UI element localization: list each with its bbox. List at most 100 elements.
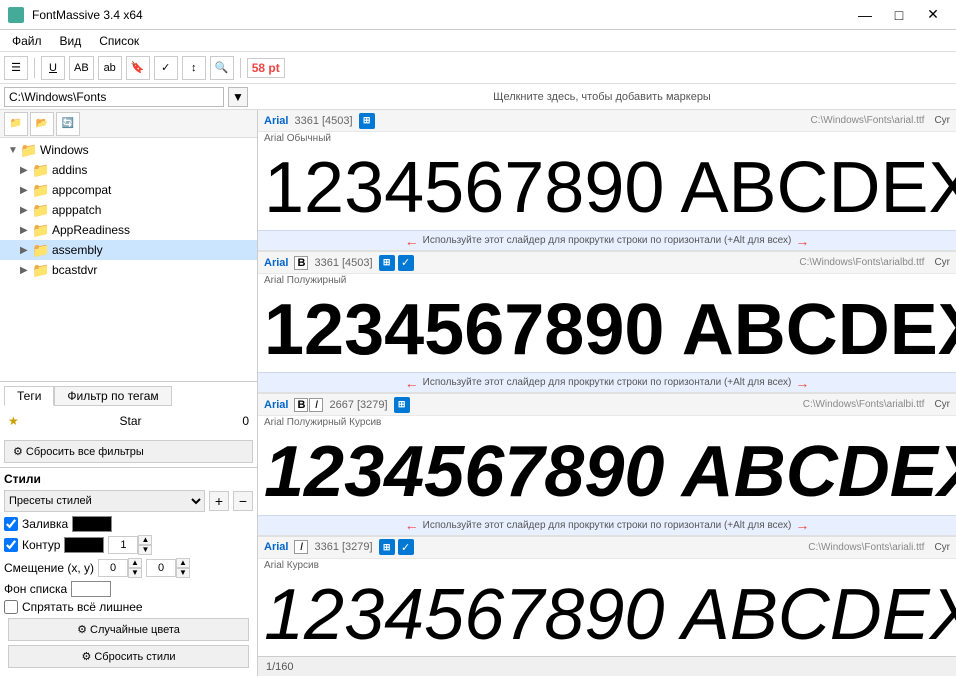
slider-right-arrow[interactable]: →	[795, 233, 809, 249]
tree-toolbar: 📁 📂 🔄	[0, 110, 257, 138]
font-header-arial-bold: Arial B 3361 [4503] ⊞ ✓ C:\Windows\Fonts…	[258, 252, 956, 274]
font-name-link[interactable]: Arial	[264, 115, 288, 127]
cyr-badge: Cyr	[934, 399, 950, 410]
menu-list[interactable]: Список	[91, 32, 147, 50]
offset-y-up[interactable]: ▲	[176, 558, 190, 568]
slider-left-arrow[interactable]: ←	[405, 375, 419, 391]
tree-item-addins[interactable]: ▶ 📁 addins	[0, 160, 257, 180]
offset-x-up[interactable]: ▲	[128, 558, 142, 568]
slider-text: Используйте этот слайдер для прокрутки с…	[423, 235, 792, 246]
font-style-name: Arial Полужирный	[258, 274, 956, 287]
toolbar-arrow-btn[interactable]: ↕	[182, 56, 206, 80]
fill-checkbox[interactable]	[4, 517, 18, 531]
font-path: C:\Windows\Fonts\arial.ttf	[811, 115, 925, 126]
font-name-link[interactable]: Arial	[264, 257, 288, 269]
offset-y-down[interactable]: ▼	[176, 568, 190, 578]
toolbar-menu-btn[interactable]: ☰	[4, 56, 28, 80]
tree-item-assembly[interactable]: ▶ 📁 assembly	[0, 240, 257, 260]
tree-label: appcompat	[52, 183, 111, 197]
stroke-up-btn[interactable]: ▲	[138, 535, 152, 545]
tags-section: Теги Фильтр по тегам ★ Star 0	[0, 381, 257, 436]
tag-star-item[interactable]: ★ Star 0	[4, 412, 253, 430]
fill-label: Заливка	[22, 517, 68, 531]
hide-extra-label: Спрятать всё лишнее	[22, 600, 143, 614]
font-header-arial-italic: Arial I 3361 [3279] ⊞ ✓ C:\Windows\Fonts…	[258, 537, 956, 559]
tag-star-count: 0	[242, 414, 249, 428]
tree-label: AppReadiness	[52, 223, 130, 237]
tree-item-appcompat[interactable]: ▶ 📁 appcompat	[0, 180, 257, 200]
hide-extra-checkbox[interactable]	[4, 600, 18, 614]
menu-file[interactable]: Файл	[4, 32, 50, 50]
slider-left-arrow[interactable]: ←	[405, 233, 419, 249]
path-input[interactable]	[4, 87, 224, 107]
font-count: 3361 [4503]	[314, 257, 372, 269]
font-path: C:\Windows\Fonts\ariali.ttf	[808, 542, 924, 553]
offset-y-spin: ▲ ▼	[176, 558, 190, 578]
toolbar: ☰ U AB ab 🔖 ✓ ↕ 🔍 58 pt	[0, 52, 956, 84]
stroke-checkbox[interactable]	[4, 538, 18, 552]
styles-preset-select[interactable]: Пресеты стилей	[4, 490, 205, 512]
font-count: 3361 [3279]	[314, 541, 372, 553]
windows-badge: ⊞	[379, 255, 395, 271]
slider-right-arrow[interactable]: →	[795, 375, 809, 391]
toolbar-ab-small-btn[interactable]: ab	[98, 56, 122, 80]
styles-section: Стили Пресеты стилей + − Заливка Контур	[0, 467, 257, 676]
slider-row-3: ← Используйте этот слайдер для прокрутки…	[258, 515, 956, 535]
path-dropdown[interactable]: ▼	[228, 87, 248, 107]
menu-view[interactable]: Вид	[52, 32, 90, 50]
offset-x-down[interactable]: ▼	[128, 568, 142, 578]
fill-color-swatch[interactable]	[72, 516, 112, 532]
styles-add-btn[interactable]: +	[209, 491, 229, 511]
windows-badge: ⊞	[379, 539, 395, 555]
tag-star-label: Star	[120, 414, 142, 428]
font-name-link[interactable]: Arial	[264, 399, 288, 411]
slider-left-arrow[interactable]: ←	[405, 517, 419, 533]
styles-title: Стили	[4, 472, 253, 486]
font-count: 3361 [4503]	[294, 115, 352, 127]
toolbar-zoom-btn[interactable]: 🔍	[210, 56, 234, 80]
font-style-name: Arial Обычный	[258, 132, 956, 145]
tree-item-windows[interactable]: ▼ 📁 Windows	[0, 140, 257, 160]
tab-filter-by-tags[interactable]: Фильтр по тегам	[54, 386, 171, 406]
toolbar-check-btn[interactable]: ✓	[154, 56, 178, 80]
random-colors-button[interactable]: ⚙ Случайные цвета	[8, 618, 249, 641]
tree-btn-3[interactable]: 🔄	[56, 112, 80, 136]
tree-btn-1[interactable]: 📁	[4, 112, 28, 136]
stroke-down-btn[interactable]: ▼	[138, 545, 152, 555]
arrow-icon: ▶	[20, 245, 32, 256]
tab-tags[interactable]: Теги	[4, 386, 54, 406]
bg-color-swatch[interactable]	[71, 581, 111, 597]
app-title: FontMassive 3.4 x64	[32, 8, 143, 22]
toolbar-bookmark-btn[interactable]: 🔖	[126, 56, 150, 80]
folder-icon: 📁	[20, 142, 36, 159]
styles-remove-btn[interactable]: −	[233, 491, 253, 511]
minimize-button[interactable]: —	[850, 5, 880, 25]
offset-x-input[interactable]	[98, 559, 128, 577]
cyr-badge: Cyr	[934, 257, 950, 268]
main-area: 📁 📂 🔄 ▼ 📁 Windows ▶ 📁 addins ▶ 📁 appcomp…	[0, 110, 956, 676]
italic-tag: I	[309, 398, 323, 412]
tree-item-appreadiness[interactable]: ▶ 📁 AppReadiness	[0, 220, 257, 240]
bottom-bar: 1/160	[258, 656, 956, 676]
fill-prop: Заливка	[4, 516, 253, 532]
stroke-size-input[interactable]	[108, 536, 138, 554]
offset-y-input[interactable]	[146, 559, 176, 577]
reset-filters-button[interactable]: ⚙ Сбросить все фильтры	[4, 440, 253, 463]
tree-item-bcastdvr[interactable]: ▶ 📁 bcastdvr	[0, 260, 257, 280]
reset-styles-button[interactable]: ⚙ Сбросить стили	[8, 645, 249, 668]
tree-item-apppatch[interactable]: ▶ 📁 apppatch	[0, 200, 257, 220]
close-button[interactable]: ✕	[918, 5, 948, 25]
stroke-color-swatch[interactable]	[64, 537, 104, 553]
font-badges: ⊞ ✓	[379, 255, 414, 271]
font-name-link[interactable]: Arial	[264, 541, 288, 553]
toolbar-underline-btn[interactable]: U	[41, 56, 65, 80]
window-controls: — □ ✕	[850, 5, 948, 25]
check-badge: ✓	[398, 255, 414, 271]
offset-prop: Смещение (x, y) ▲ ▼ ▲ ▼	[4, 558, 253, 578]
tree-btn-2[interactable]: 📂	[30, 112, 54, 136]
slider-right-arrow[interactable]: →	[795, 517, 809, 533]
folder-icon: 📁	[32, 182, 48, 199]
title-bar: FontMassive 3.4 x64 — □ ✕	[0, 0, 956, 30]
maximize-button[interactable]: □	[884, 5, 914, 25]
toolbar-ab-btn[interactable]: AB	[69, 56, 94, 80]
